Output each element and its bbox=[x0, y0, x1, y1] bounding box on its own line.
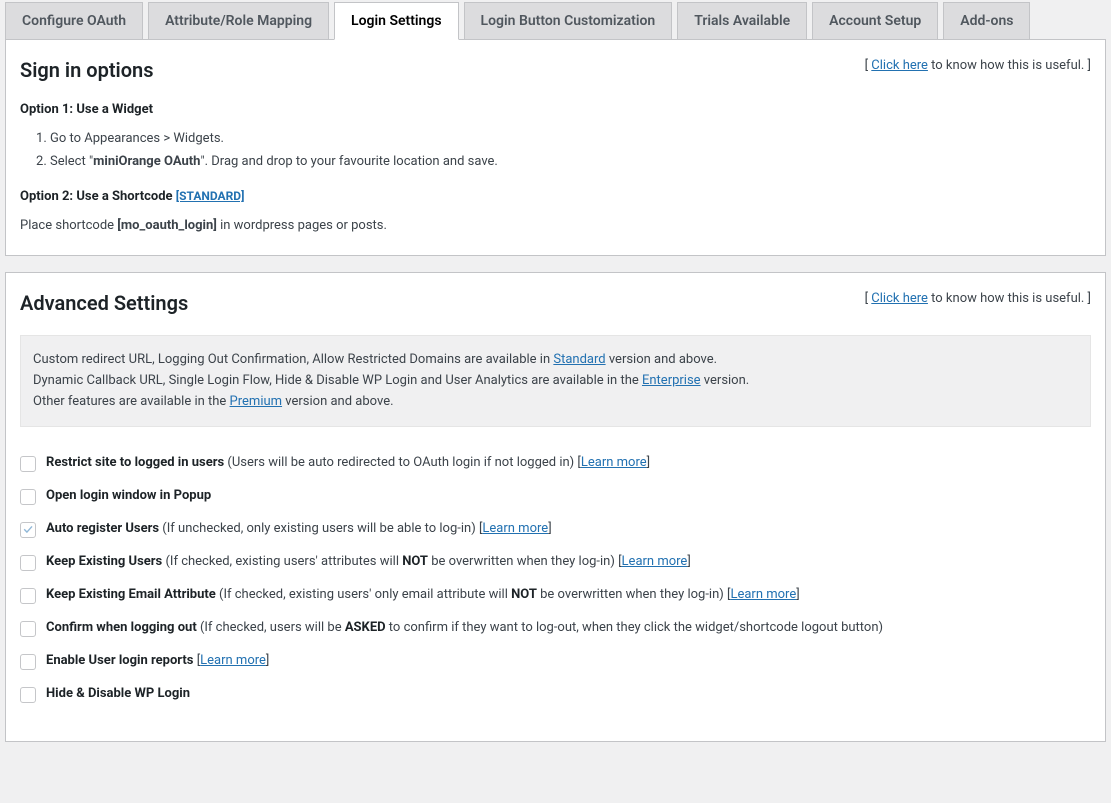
checkbox-list: Restrict site to logged in users (Users … bbox=[20, 455, 1091, 703]
learn-more-link[interactable]: Learn more bbox=[482, 521, 548, 536]
check-row: Auto register Users (If unchecked, only … bbox=[20, 521, 1091, 538]
check-row: Keep Existing Users (If checked, existin… bbox=[20, 554, 1091, 571]
tab-trials-available[interactable]: Trials Available bbox=[677, 2, 807, 40]
check-label: Keep Existing Users (If checked, existin… bbox=[46, 554, 691, 569]
check-label: Open login window in Popup bbox=[46, 488, 211, 503]
check-label: Confirm when logging out (If checked, us… bbox=[46, 620, 883, 635]
tab-attribute-role-mapping[interactable]: Attribute/Role Mapping bbox=[148, 2, 329, 40]
check-label: Keep Existing Email Attribute (If checke… bbox=[46, 587, 800, 602]
check-row: Open login window in Popup bbox=[20, 488, 1091, 505]
advanced-click-here-link[interactable]: Click here bbox=[871, 291, 928, 306]
check-label: Enable User login reports [Learn more] bbox=[46, 653, 269, 668]
checkbox[interactable] bbox=[20, 654, 36, 670]
standard-tag[interactable]: [STANDARD] bbox=[176, 189, 245, 203]
signin-panel: [ Click here to know how this is useful.… bbox=[5, 39, 1106, 256]
check-row: Enable User login reports [Learn more] bbox=[20, 653, 1091, 670]
check-row: Keep Existing Email Attribute (If checke… bbox=[20, 587, 1091, 604]
tab-login-button-customization[interactable]: Login Button Customization bbox=[464, 2, 673, 40]
hint-text: to know how this is useful. ] bbox=[928, 58, 1091, 73]
learn-more-link[interactable]: Learn more bbox=[730, 587, 796, 602]
checkbox[interactable] bbox=[20, 555, 36, 571]
tab-bar: Configure OAuthAttribute/Role MappingLog… bbox=[0, 2, 1111, 40]
tab-login-settings[interactable]: Login Settings bbox=[334, 2, 459, 40]
checkbox[interactable] bbox=[20, 621, 36, 637]
learn-more-link[interactable]: Learn more bbox=[622, 554, 688, 569]
option2-title-text: Option 2: Use a Shortcode bbox=[20, 189, 173, 204]
widget-step: Go to Appearances > Widgets. bbox=[50, 131, 1091, 146]
check-row: Confirm when logging out (If checked, us… bbox=[20, 620, 1091, 637]
checkbox[interactable] bbox=[20, 687, 36, 703]
enterprise-link[interactable]: Enterprise bbox=[642, 373, 701, 388]
check-label: Restrict site to logged in users (Users … bbox=[46, 455, 650, 470]
learn-more-link[interactable]: Learn more bbox=[200, 653, 266, 668]
standard-link[interactable]: Standard bbox=[553, 352, 605, 367]
checkbox[interactable] bbox=[20, 588, 36, 604]
check-row: Restrict site to logged in users (Users … bbox=[20, 455, 1091, 472]
checkbox[interactable] bbox=[20, 489, 36, 505]
widget-steps-list: Go to Appearances > Widgets. Select "mini… bbox=[20, 131, 1091, 169]
advanced-info-box: Custom redirect URL, Logging Out Confirm… bbox=[20, 335, 1091, 427]
info-line-1: Custom redirect URL, Logging Out Confirm… bbox=[33, 350, 1078, 371]
info-line-2: Dynamic Callback URL, Single Login Flow,… bbox=[33, 371, 1078, 392]
checkbox[interactable] bbox=[20, 456, 36, 472]
shortcode-prefix: Place shortcode bbox=[20, 218, 117, 233]
tab-add-ons[interactable]: Add-ons bbox=[943, 2, 1030, 40]
signin-click-here-link[interactable]: Click here bbox=[871, 58, 928, 73]
learn-more-link[interactable]: Learn more bbox=[581, 455, 647, 470]
check-label: Hide & Disable WP Login bbox=[46, 686, 190, 701]
checkbox[interactable] bbox=[20, 522, 36, 538]
info-line-3: Other features are available in the Prem… bbox=[33, 392, 1078, 413]
premium-link[interactable]: Premium bbox=[230, 394, 283, 409]
widget-step: Select "miniOrange OAuth". Drag and drop… bbox=[50, 154, 1091, 169]
tab-account-setup[interactable]: Account Setup bbox=[812, 2, 938, 40]
option1-title: Option 1: Use a Widget bbox=[20, 102, 1091, 117]
shortcode-suffix: in wordpress pages or posts. bbox=[217, 218, 387, 233]
shortcode-note: Place shortcode [mo_oauth_login] in word… bbox=[20, 218, 1091, 233]
signin-hint: [ Click here to know how this is useful.… bbox=[865, 58, 1091, 73]
hint-text: to know how this is useful. ] bbox=[928, 291, 1091, 306]
check-label: Auto register Users (If unchecked, only … bbox=[46, 521, 552, 536]
option2-title: Option 2: Use a Shortcode [STANDARD] bbox=[20, 189, 1091, 204]
tab-configure-oauth[interactable]: Configure OAuth bbox=[5, 2, 143, 40]
advanced-panel: [ Click here to know how this is useful.… bbox=[5, 272, 1106, 742]
advanced-hint: [ Click here to know how this is useful.… bbox=[865, 291, 1091, 306]
check-row: Hide & Disable WP Login bbox=[20, 686, 1091, 703]
shortcode-code: [mo_oauth_login] bbox=[117, 218, 217, 233]
